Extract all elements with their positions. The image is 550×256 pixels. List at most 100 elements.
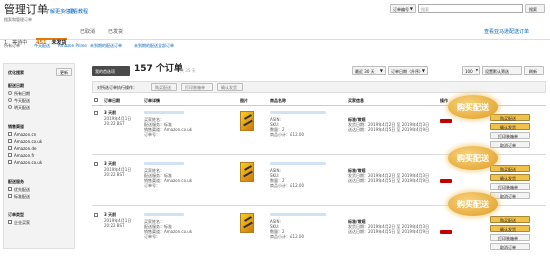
subtab-prime[interactable]: Amazon Prime: [58, 43, 87, 48]
checkbox-channel-2[interactable]: [8, 139, 12, 143]
subtab-today[interactable]: 今天配送: [34, 43, 50, 48]
print-slip-button[interactable]: 打印装箱单: [490, 234, 530, 241]
refine-update-button[interactable]: 更新: [56, 68, 72, 76]
date-range-select[interactable]: 最近 30 天 ▼: [352, 66, 386, 75]
option-business-label: 企业买家: [14, 220, 30, 225]
buy-shipping-label: 购买配送: [500, 116, 516, 121]
confirm-ship-button[interactable]: 确认发货: [490, 123, 530, 130]
col-actions: 操作: [440, 98, 448, 103]
sort-select[interactable]: 订单日期（升序） ▼: [388, 66, 428, 75]
cancel-order-label: 取消订单: [500, 143, 516, 148]
product-title-link[interactable]: [270, 162, 326, 165]
fba-orders-link[interactable]: 查看亚马逊配送订单: [484, 29, 529, 35]
row-checkbox[interactable]: [94, 162, 98, 166]
refine-update-label: 更新: [60, 70, 68, 75]
checkbox-priority[interactable]: [8, 187, 12, 191]
col-product-name[interactable]: 商品名称: [270, 98, 286, 103]
col-order-date[interactable]: 订单日期: [104, 98, 120, 103]
subtab-all[interactable]: 所有订单: [4, 43, 20, 48]
preferences-button-label: 我的首选项: [95, 69, 115, 74]
callout-buy-shipping-label: 购买配送: [457, 154, 489, 163]
bulk-buy-shipping-button[interactable]: 购买配送: [151, 83, 177, 91]
status-badge: [440, 230, 452, 234]
search-type-label: 订单编号: [393, 7, 409, 12]
radio-tomorrow[interactable]: [8, 105, 12, 109]
search-input[interactable]: 搜索: [418, 4, 523, 13]
col-buyer-info[interactable]: 买家信息: [348, 98, 364, 103]
order-age: 3 天前: [104, 110, 117, 115]
option-channel-3-label: Amazon.de: [14, 146, 37, 151]
option-channel-4-label: Amazon.fr: [14, 153, 35, 158]
checkbox-channel-3[interactable]: [8, 146, 12, 150]
product-image: [240, 213, 254, 233]
subtab-due-shipping[interactable]: 未到期的配送订单: [90, 43, 122, 48]
option-all-dates-label: 所有日期: [14, 91, 30, 96]
deliver-date-range: 送达日期：2019年4月5日 至 2019年4月9日: [348, 127, 430, 132]
buy-shipping-button[interactable]: 购买配送: [490, 216, 530, 223]
refine-title: 优化搜索: [8, 70, 24, 75]
product-title-link[interactable]: [270, 111, 326, 114]
col-image: 图片: [240, 98, 248, 103]
select-all-checkbox[interactable]: [94, 98, 98, 102]
order-id-link[interactable]: [144, 213, 184, 216]
buy-shipping-label: 购买配送: [500, 218, 516, 223]
order-number-field: 订单号：: [144, 183, 160, 188]
bulk-confirm-ship-button[interactable]: 确认发货: [217, 83, 243, 91]
option-channel-2-label: Amazon.co.uk: [14, 139, 43, 144]
buy-shipping-button[interactable]: 购买配送: [490, 114, 530, 121]
order-id-link[interactable]: [144, 162, 184, 165]
search-button-label: 搜索: [529, 7, 537, 12]
bulk-action-bar: 对所选订单执行操作： 购买配送 打印装箱单 确认发货: [92, 81, 546, 93]
product-title-link[interactable]: [270, 213, 326, 216]
status-badge: [440, 179, 452, 183]
row-checkbox[interactable]: [94, 213, 98, 217]
buy-shipping-button[interactable]: 购买配送: [490, 165, 530, 172]
checkbox-business[interactable]: [8, 220, 12, 224]
bulk-print-slip-button[interactable]: 打印装箱单: [181, 83, 213, 91]
set-default-filter-button[interactable]: 设置默认筛选: [482, 66, 522, 75]
cancel-order-button[interactable]: 取消订单: [490, 243, 530, 250]
search-type-select[interactable]: 订单编号 ▼: [390, 4, 416, 13]
checkbox-standard[interactable]: [8, 194, 12, 198]
checkbox-channel-4[interactable]: [8, 153, 12, 157]
option-today-label: 今天配送: [14, 98, 30, 103]
chevron-down-icon: ▼: [475, 68, 478, 72]
option-tomorrow-label: 明天配送: [14, 105, 30, 110]
print-slip-button[interactable]: 打印装箱单: [490, 183, 530, 190]
preferences-button[interactable]: 我的首选项: [92, 66, 130, 76]
order-age: 3 天前: [104, 161, 117, 166]
search-placeholder: 搜索: [421, 7, 429, 12]
order-number-field: 订单号：: [144, 234, 160, 239]
tab-unshipped[interactable]: 451 未发货: [36, 27, 67, 46]
confirm-ship-button[interactable]: 确认发货: [490, 225, 530, 232]
watch-tutorial-link[interactable]: 观看教程: [68, 9, 88, 15]
cancel-order-button[interactable]: 取消订单: [490, 141, 530, 148]
confirm-ship-label: 确认发货: [500, 176, 516, 181]
checkbox-channel-5[interactable]: [8, 160, 12, 164]
order-id-link[interactable]: [144, 111, 184, 114]
refresh-button[interactable]: 刷新: [524, 66, 544, 75]
radio-all-dates[interactable]: [8, 91, 12, 95]
cancel-order-button[interactable]: 取消订单: [490, 192, 530, 199]
per-page-label: 100: [465, 69, 473, 74]
buy-shipping-label: 购买配送: [500, 167, 516, 172]
group-channel-title: 销售渠道: [8, 124, 24, 129]
row-checkbox[interactable]: [94, 111, 98, 115]
date-range-label: 最近 30 天: [355, 69, 375, 74]
confirm-ship-button[interactable]: 确认发货: [490, 174, 530, 181]
per-page-select[interactable]: 100 ▼: [462, 66, 480, 75]
print-slip-label: 打印装箱单: [498, 185, 518, 190]
subtab-due-all[interactable]: 未到期的配送全部订单: [134, 43, 174, 48]
radio-today[interactable]: [8, 98, 12, 102]
tab-canceled[interactable]: 已取消: [80, 29, 95, 35]
tab-shipped[interactable]: 已发货: [108, 29, 123, 35]
search-button[interactable]: 搜索: [525, 4, 545, 13]
product-subtotal: 商品小计：£12.00: [270, 132, 304, 137]
col-order-details[interactable]: 订单详情: [144, 98, 160, 103]
checkbox-channel-1[interactable]: [8, 132, 12, 136]
bulk-confirm-ship-label: 确认发货: [221, 85, 237, 90]
page-subtitle: 搜索和管理订单: [4, 17, 32, 22]
print-slip-button[interactable]: 打印装箱单: [490, 132, 530, 139]
group-ship-service-title: 配送服务: [8, 179, 24, 184]
callout-buy-shipping: 购买配送: [448, 95, 498, 119]
